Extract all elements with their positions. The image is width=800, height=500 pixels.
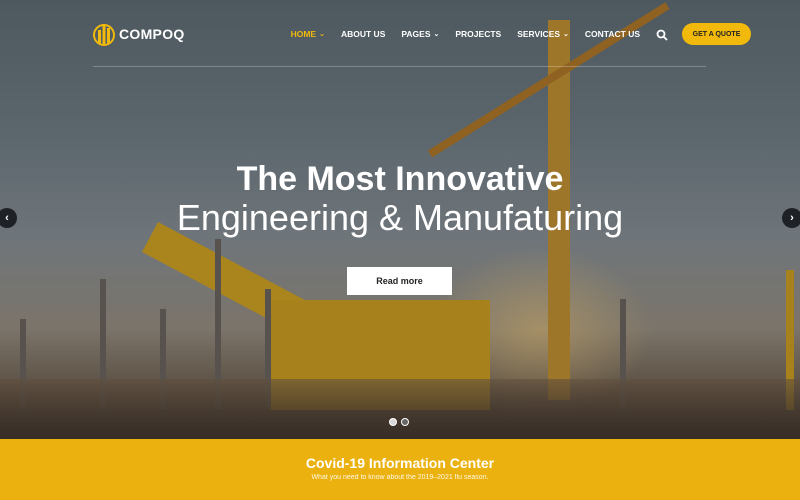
chevron-left-icon: ‹ bbox=[5, 212, 9, 224]
hero-subtitle: Engineering & Manufaturing bbox=[176, 197, 624, 238]
logo-icon bbox=[93, 22, 115, 46]
logo[interactable]: COMPOQ bbox=[93, 22, 185, 46]
chevron-down-icon: ⌄ bbox=[433, 31, 440, 38]
covid-title[interactable]: Covid-19 Information Center bbox=[0, 455, 800, 471]
nav-label: PROJECTS bbox=[455, 29, 502, 39]
nav-label: SERVICES bbox=[517, 29, 561, 39]
header-divider bbox=[93, 66, 706, 67]
chevron-down-icon: ⌄ bbox=[563, 31, 569, 38]
slide-dot-1[interactable] bbox=[389, 418, 397, 426]
nav-label: CONTACT US bbox=[584, 29, 641, 39]
search-icon[interactable] bbox=[656, 28, 668, 41]
nav-item-projects[interactable]: PROJECTS bbox=[455, 29, 501, 39]
chevron-right-icon: › bbox=[790, 212, 794, 224]
covid-banner: Covid-19 Information Center What you nee… bbox=[0, 439, 800, 500]
nav-label: ABOUT US bbox=[340, 29, 386, 39]
nav-item-about-us[interactable]: ABOUT US bbox=[341, 29, 385, 39]
slider-pagination bbox=[389, 418, 409, 426]
nav-label: HOME bbox=[290, 29, 317, 39]
nav-item-contact-us[interactable]: CONTACT US bbox=[585, 29, 640, 39]
nav-item-services[interactable]: SERVICES ⌄ bbox=[517, 29, 569, 39]
nav-item-home[interactable]: HOME ⌄ bbox=[291, 29, 325, 39]
site-header: COMPOQ HOME ⌄ ABOUT US PAGES ⌄ PROJECTS SE… bbox=[93, 18, 752, 50]
slide-dot-2[interactable] bbox=[401, 418, 409, 426]
main-nav: HOME ⌄ ABOUT US PAGES ⌄ PROJECTS SERVICES ⌄… bbox=[291, 23, 752, 45]
chevron-down-icon: ⌄ bbox=[319, 31, 325, 38]
covid-subtitle: What you need to know about the 2019–202… bbox=[311, 474, 489, 481]
hero-title: The Most Innovative bbox=[236, 160, 564, 198]
nav-label: PAGES bbox=[401, 29, 431, 39]
nav-item-pages[interactable]: PAGES ⌄ bbox=[401, 29, 439, 39]
get-a-quote-button[interactable]: GET A QUOTE bbox=[682, 23, 752, 45]
read-more-button[interactable]: Read more bbox=[347, 267, 452, 295]
next-slide-button[interactable]: › bbox=[782, 208, 800, 228]
logo-text: COMPOQ bbox=[119, 26, 185, 42]
